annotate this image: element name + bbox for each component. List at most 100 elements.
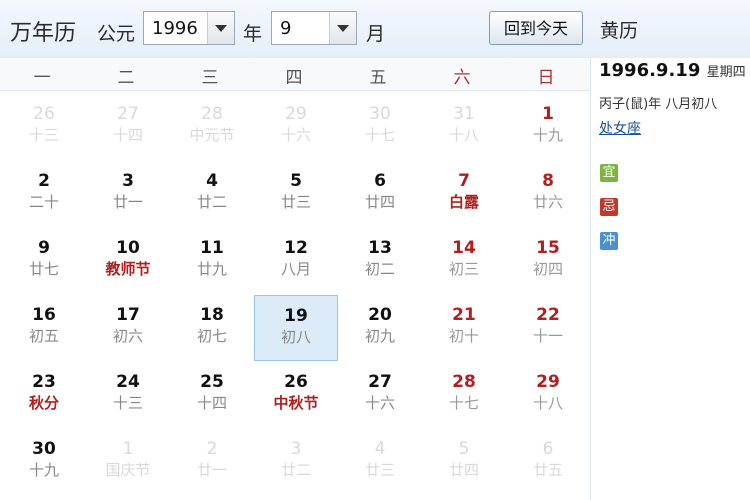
- year-select[interactable]: 1996: [143, 11, 235, 45]
- day-cell[interactable]: 31 十八: [422, 94, 506, 160]
- day-cell[interactable]: 29 十六: [254, 94, 338, 160]
- day-cell[interactable]: 28 十七: [422, 362, 506, 428]
- day-number: 15: [536, 238, 560, 258]
- day-number: 25: [200, 372, 224, 392]
- day-number: 3: [290, 439, 302, 459]
- day-cell[interactable]: 4 廿二: [170, 161, 254, 227]
- chevron-down-icon[interactable]: [207, 12, 234, 44]
- day-cell[interactable]: 29 十八: [506, 362, 590, 428]
- day-cell[interactable]: 30 十九: [2, 429, 86, 495]
- day-number: 19: [284, 306, 308, 326]
- day-number: 10: [116, 238, 140, 258]
- day-cell[interactable]: 25 十四: [170, 362, 254, 428]
- lunar-day: 廿二: [280, 461, 311, 479]
- day-number: 28: [201, 104, 223, 124]
- day-number: 1: [542, 104, 554, 124]
- month-value: 9: [280, 18, 292, 39]
- day-cell[interactable]: 13 初二: [338, 228, 422, 294]
- day-cell[interactable]: 2 二十: [2, 161, 86, 227]
- lunar-day: 廿五: [532, 461, 563, 479]
- day-cell[interactable]: 20 初九: [338, 295, 422, 361]
- day-cell[interactable]: 23 秋分: [2, 362, 86, 428]
- calendar-app: 万年历 公元 1996 年 9 月 回到今天 黄历 一二三四五六日 26 十三 27…: [0, 0, 750, 500]
- day-cell[interactable]: 27 十四: [86, 94, 170, 160]
- day-cell[interactable]: 27 十六: [338, 362, 422, 428]
- calendar-grid: 26 十三 27 十四 28 中元节 29 十六 30 十七 31 十八 1 十九 2 二十 3 廿一 4 廿二 5 廿三…: [0, 90, 590, 500]
- weekday-label: 三: [201, 68, 219, 88]
- day-cell[interactable]: 26 中秋节: [254, 362, 338, 428]
- day-number: 18: [200, 305, 224, 325]
- lunar-day: 初二: [364, 260, 395, 278]
- day-cell[interactable]: 22 十一: [506, 295, 590, 361]
- day-cell[interactable]: 8 廿六: [506, 161, 590, 227]
- day-cell[interactable]: 3 廿二: [254, 429, 338, 495]
- almanac-panel: 1996.9.19 星期四 丙子(鼠)年 八月初八 处女座 宜忌冲: [590, 58, 750, 500]
- lunar-day: 廿四: [364, 193, 395, 211]
- lunar-date: 丙子(鼠)年 八月初八: [599, 97, 718, 112]
- lunar-day: 初三: [448, 260, 479, 278]
- lunar-day: 十八: [448, 126, 479, 144]
- lunar-day: 初六: [112, 327, 143, 345]
- day-number: 20: [368, 305, 392, 325]
- weekday-label: 五: [369, 68, 387, 88]
- day-cell[interactable]: 30 十七: [338, 94, 422, 160]
- almanac-badge: 忌: [600, 198, 618, 216]
- day-number: 13: [368, 238, 392, 258]
- day-number: 23: [32, 372, 56, 392]
- lunar-day: 廿三: [364, 461, 395, 479]
- day-cell[interactable]: 1 十九: [506, 94, 590, 160]
- day-cell[interactable]: 5 廿四: [422, 429, 506, 495]
- day-cell[interactable]: 9 廿七: [2, 228, 86, 294]
- day-number: 5: [290, 171, 302, 191]
- lunar-day: 二十: [28, 193, 59, 211]
- almanac-title: 黄历: [600, 20, 639, 42]
- day-cell[interactable]: 5 廿三: [254, 161, 338, 227]
- back-to-today-button[interactable]: 回到今天: [489, 11, 583, 45]
- day-cell[interactable]: 11 廿九: [170, 228, 254, 294]
- lunar-day: 十九: [532, 126, 563, 144]
- day-cell[interactable]: 14 初三: [422, 228, 506, 294]
- lunar-day: 八月: [280, 260, 311, 278]
- day-cell[interactable]: 6 廿五: [506, 429, 590, 495]
- day-cell[interactable]: 26 十三: [2, 94, 86, 160]
- day-cell[interactable]: 7 白露: [422, 161, 506, 227]
- lunar-day: 初十: [448, 327, 479, 345]
- day-cell[interactable]: 28 中元节: [170, 94, 254, 160]
- zodiac-link[interactable]: 处女座: [599, 118, 641, 138]
- day-cell[interactable]: 16 初五: [2, 295, 86, 361]
- day-number: 28: [452, 372, 476, 392]
- month-select[interactable]: 9: [271, 11, 357, 45]
- lunar-day: 十四: [196, 394, 227, 412]
- day-cell[interactable]: 15 初四: [506, 228, 590, 294]
- day-number: 2: [206, 439, 218, 459]
- day-number: 2: [38, 171, 50, 191]
- day-number: 6: [542, 439, 554, 459]
- day-cell[interactable]: 21 初十: [422, 295, 506, 361]
- day-cell[interactable]: 1 国庆节: [86, 429, 170, 495]
- day-number: 27: [117, 104, 139, 124]
- day-cell[interactable]: 12 八月: [254, 228, 338, 294]
- lunar-day: 十三: [28, 126, 59, 144]
- day-cell-selected[interactable]: 19 初八: [254, 295, 338, 361]
- selected-date-value: 1996.9.19: [599, 60, 701, 81]
- day-cell[interactable]: 10 教师节: [86, 228, 170, 294]
- day-number: 12: [284, 238, 308, 258]
- weekday-label: 一: [33, 68, 51, 88]
- lunar-day: 白露: [448, 193, 479, 211]
- lunar-day: 十一: [532, 327, 563, 345]
- day-cell[interactable]: 18 初七: [170, 295, 254, 361]
- day-cell[interactable]: 4 廿三: [338, 429, 422, 495]
- day-number: 16: [32, 305, 56, 325]
- weekday-header: 一二三四五六日: [0, 58, 590, 91]
- day-number: 22: [536, 305, 560, 325]
- day-cell[interactable]: 17 初六: [86, 295, 170, 361]
- day-number: 24: [116, 372, 140, 392]
- lunar-day: 廿一: [112, 193, 143, 211]
- day-cell[interactable]: 24 十三: [86, 362, 170, 428]
- selected-weekday: 星期四: [706, 65, 746, 80]
- lunar-day: 十六: [364, 394, 395, 412]
- day-cell[interactable]: 6 廿四: [338, 161, 422, 227]
- day-cell[interactable]: 2 廿一: [170, 429, 254, 495]
- day-cell[interactable]: 3 廿一: [86, 161, 170, 227]
- chevron-down-icon[interactable]: [329, 12, 356, 44]
